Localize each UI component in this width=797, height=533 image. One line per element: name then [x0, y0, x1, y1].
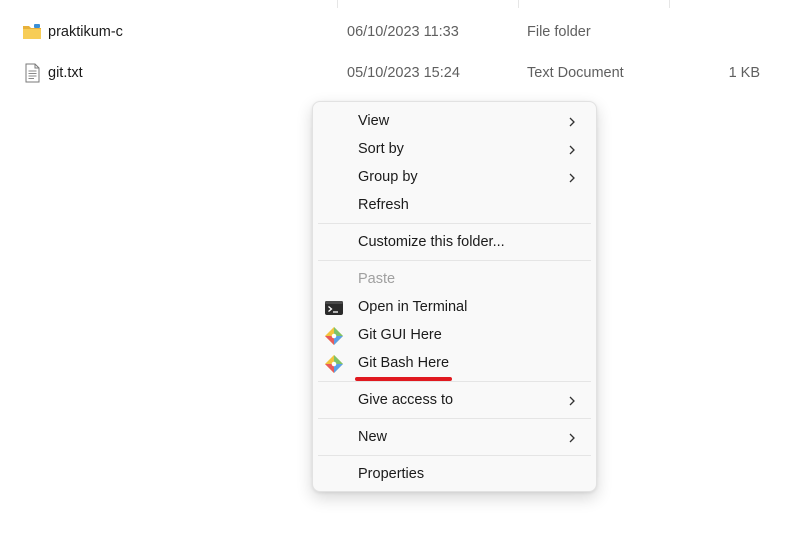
menu-item-git-bash-here[interactable]: Git Bash Here: [318, 350, 591, 378]
menu-item-label: Sort by: [358, 141, 404, 157]
file-type: File folder: [527, 24, 591, 40]
chevron-right-icon: [569, 173, 575, 183]
text-file-icon: [25, 63, 40, 83]
menu-separator: [318, 223, 591, 224]
git-bash-icon: [325, 355, 343, 373]
terminal-icon: [325, 301, 343, 315]
file-type: Text Document: [527, 65, 624, 81]
file-date: 05/10/2023 15:24: [347, 65, 460, 81]
menu-item-open-in-terminal[interactable]: Open in Terminal: [318, 294, 591, 322]
menu-item-label: View: [358, 113, 390, 129]
column-separator[interactable]: [337, 0, 338, 8]
highlight-underline: [355, 377, 452, 381]
menu-item-label: Paste: [358, 271, 396, 287]
menu-item-give-access-to[interactable]: Give access to: [318, 387, 591, 415]
chevron-right-icon: [569, 433, 575, 443]
file-row-praktikum-c[interactable]: praktikum-c 06/10/2023 11:33 File folder: [0, 14, 797, 50]
menu-item-label: Git GUI Here: [358, 327, 442, 343]
menu-separator: [318, 381, 591, 382]
menu-item-group-by[interactable]: Group by: [318, 164, 591, 192]
file-row-git-txt[interactable]: git.txt 05/10/2023 15:24 Text Document 1…: [0, 55, 797, 91]
menu-item-label: Customize this folder...: [358, 234, 505, 250]
folder-icon: [23, 24, 41, 39]
column-separator[interactable]: [518, 0, 519, 8]
menu-item-label: New: [358, 429, 388, 445]
chevron-right-icon: [569, 396, 575, 406]
menu-item-label: Group by: [358, 169, 418, 185]
file-name: git.txt: [48, 65, 83, 81]
menu-item-properties[interactable]: Properties: [318, 461, 591, 489]
menu-item-label: Git Bash Here: [358, 355, 450, 371]
chevron-right-icon: [569, 145, 575, 155]
menu-item-refresh[interactable]: Refresh: [318, 192, 591, 220]
menu-item-sort-by[interactable]: Sort by: [318, 136, 591, 164]
file-date: 06/10/2023 11:33: [347, 24, 459, 40]
chevron-right-icon: [569, 117, 575, 127]
menu-item-view[interactable]: View: [318, 108, 591, 136]
menu-separator: [318, 418, 591, 419]
menu-item-label: Give access to: [358, 392, 454, 408]
file-name: praktikum-c: [48, 24, 123, 40]
context-menu: View Sort by Group by Refresh Customize …: [312, 101, 597, 492]
column-separator[interactable]: [669, 0, 670, 8]
menu-separator: [318, 260, 591, 261]
menu-item-paste: Paste: [318, 266, 591, 294]
file-size: 1 KB: [728, 65, 760, 81]
explorer-content: praktikum-c 06/10/2023 11:33 File folder…: [0, 0, 797, 533]
menu-item-git-gui-here[interactable]: Git GUI Here: [318, 322, 591, 350]
menu-separator: [318, 455, 591, 456]
menu-item-new[interactable]: New: [318, 424, 591, 452]
menu-item-label: Open in Terminal: [358, 299, 468, 315]
menu-item-customize-folder[interactable]: Customize this folder...: [318, 229, 591, 257]
menu-item-label: Refresh: [358, 197, 409, 213]
git-gui-icon: [325, 327, 343, 345]
menu-item-label: Properties: [358, 466, 425, 482]
